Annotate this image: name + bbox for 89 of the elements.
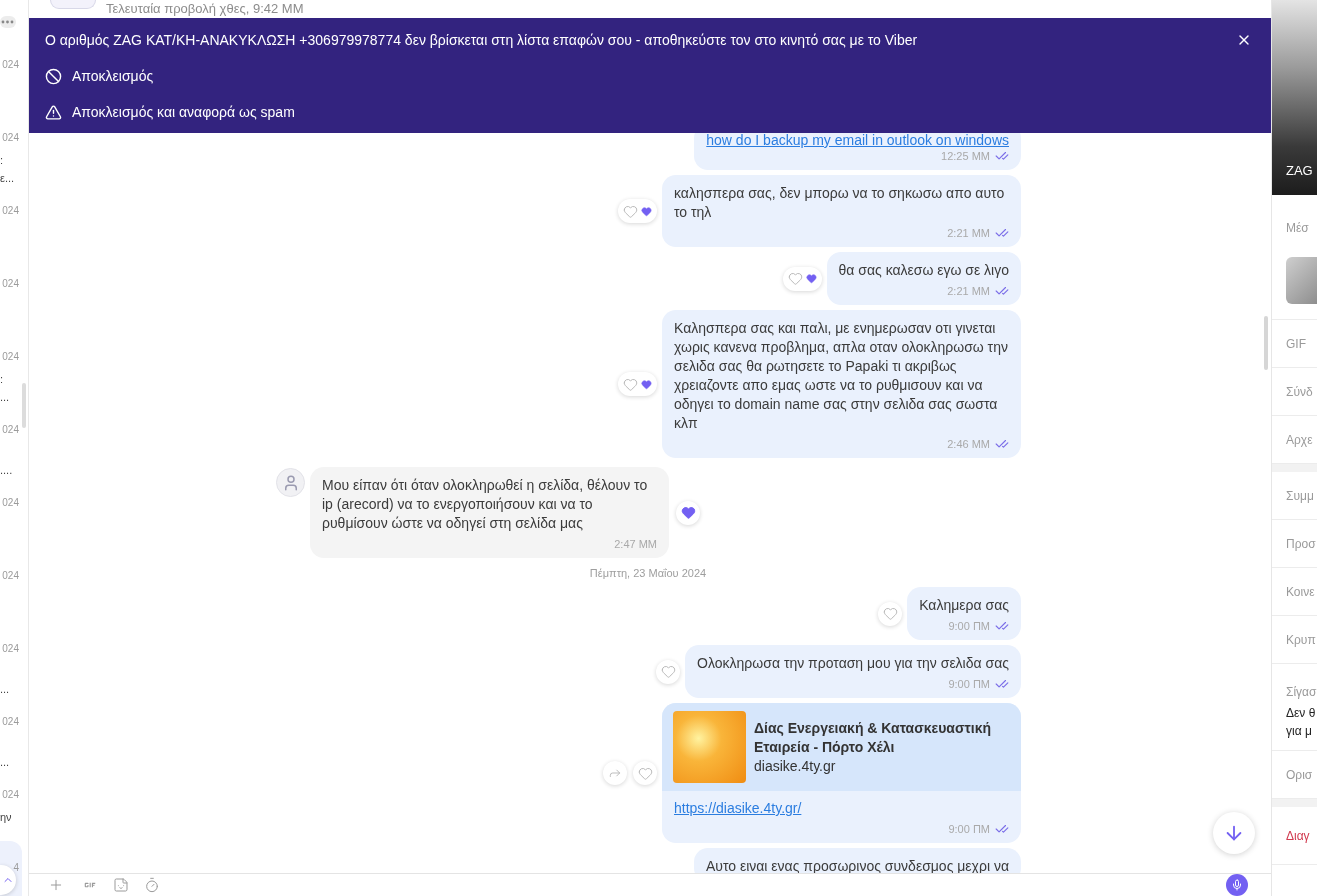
menu-item[interactable]: Κοινε xyxy=(1286,582,1315,601)
chat-date: 024 xyxy=(2,716,19,728)
avatar-icon xyxy=(50,0,96,9)
forward-button[interactable] xyxy=(603,761,627,785)
avatar-icon xyxy=(276,468,305,497)
message-text: θα σας καλεσω εγω σε λιγο xyxy=(838,261,1009,280)
chat-date: 024 xyxy=(2,132,19,144)
menu-item[interactable]: Διαγ xyxy=(1286,826,1310,845)
banner-message: Ο αριθμός ZAG ΚΑΤ/ΚΗ-ΑΝΑΚΥΚΛΩΣΗ +306979978774 δεν βρίσκεται στη λίστα επαφών σου - αποθηκεύστε τον στο κινητό σας με το Viber xyxy=(45,31,918,49)
message-link[interactable]: https://diasike.4ty.gr/ xyxy=(674,799,802,818)
menu-item[interactable]: Αρχε xyxy=(1286,430,1313,449)
chat-list-item[interactable]: 4 xyxy=(0,841,22,896)
like-button[interactable] xyxy=(676,500,700,525)
chat-preview: ην xyxy=(0,810,12,825)
message-text: Καλησπερα σας και παλι, με ενημερωσαν οτι γινεται χωρις κανενα προβλημα, απλα οταν ολοκληρωσω την σελιδα σας θα ρωτησετε το Papaki τι ακριβως χρειαζοντε απο εμας ωστε να το ρυθμισουν και να οδηγει το domain name σας στην σελιδα σας σωστα κλπ xyxy=(674,319,1009,433)
chat-preview: .... xyxy=(0,463,13,478)
menu-item[interactable]: Σύνδ xyxy=(1286,382,1313,401)
contact-name: ZAG xyxy=(1286,163,1314,179)
chat-list-item[interactable]: 024 .... xyxy=(0,403,28,476)
scroll-down-button[interactable] xyxy=(1213,812,1255,854)
menu-item[interactable]: Προσ xyxy=(1286,534,1316,553)
chat-preview: ... xyxy=(0,755,10,770)
message-time: 2:47 ΜΜ xyxy=(614,537,657,552)
like-button[interactable] xyxy=(618,199,657,223)
chat-list-item[interactable]: 024 xyxy=(0,184,28,257)
chat-date: 024 xyxy=(2,643,19,655)
chat-list-item[interactable]: 024 xyxy=(0,257,28,330)
scrollbar xyxy=(1264,316,1268,370)
message-time: 2:46 ΜΜ xyxy=(947,437,990,452)
message-text: Αυτο ειναι ενας προσωρινος συνδεσμος μεχρι να xyxy=(705,857,1009,873)
chat-date: 024 xyxy=(2,424,19,436)
chat-list-item[interactable]: 024 xyxy=(0,38,28,111)
message-text: Ολοκληρωσα την προταση μου για την σελιδα σας xyxy=(697,654,1009,673)
date-separator: Πέμπτη, 23 Μαΐου 2024 xyxy=(589,565,707,580)
chat-date: 024 xyxy=(2,205,19,217)
message-text: Μου είπαν ότι όταν ολοκληρωθεί η σελίδα, θέλουν το ip (arecord) να το ενεργοποιήσουν και να το ρυθμίσουν ώστε να οδηγεί στη σελίδα μας xyxy=(322,476,649,533)
link-preview-card[interactable]: Δίας Ενεργειακή & Κατασκευαστική Εταιρεία - Πόρτο Χέλι diasike.4ty.gr xyxy=(662,703,1021,791)
chat-date: 024 xyxy=(2,789,19,801)
message-time: 12:25 ΜΜ xyxy=(941,149,990,164)
scrollbar xyxy=(22,383,26,428)
setting-value: Δεν θ για μ xyxy=(1286,705,1316,740)
chat-list-item[interactable]: 024 xyxy=(0,549,28,622)
like-button[interactable] xyxy=(782,266,822,291)
chat-date: 024 xyxy=(2,278,19,290)
warning-icon xyxy=(45,103,62,121)
photo-placeholder xyxy=(1286,257,1317,304)
message-text: Καλημερα σας xyxy=(919,596,1009,615)
chat-list-item[interactable]: 024 : ... xyxy=(0,330,28,403)
chat-date: 024 xyxy=(2,59,19,71)
chat-date: 4 xyxy=(13,862,19,874)
voice-message-button[interactable] xyxy=(1226,874,1248,896)
forward-icon xyxy=(608,766,622,780)
message-time: 9:00 ΠΜ xyxy=(948,619,990,634)
timer-icon[interactable] xyxy=(144,877,160,893)
message-time: 9:00 ΠΜ xyxy=(948,822,990,837)
chat-list-item[interactable]: 024 xyxy=(0,476,28,549)
menu-item[interactable]: Συμμ xyxy=(1286,486,1314,505)
menu-item[interactable]: GIF xyxy=(1286,334,1306,353)
dots-icon xyxy=(0,16,16,28)
message-text: καλησπερα σας, δεν μπορω να το σηκωσω απο αυτο το τηλ xyxy=(674,184,1006,222)
menu-item[interactable]: Κρυπ xyxy=(1286,630,1316,649)
chat-preview: : xyxy=(0,153,4,168)
chat-list-item[interactable]: 024 ... xyxy=(0,695,28,768)
chat-date: 024 xyxy=(2,351,19,363)
link-domain: diasike.4ty.gr xyxy=(754,756,837,776)
chat-preview: ... xyxy=(0,390,10,405)
menu-item[interactable]: Μέσ xyxy=(1286,219,1309,237)
block-icon xyxy=(45,67,62,85)
message-link[interactable]: how do I backup my email in outlook on windows xyxy=(706,133,1009,148)
last-seen-status: Τελευταία προβολή χθες, 9:42 ΜΜ xyxy=(106,1,304,16)
chat-list-item[interactable]: 024 ην xyxy=(0,768,28,841)
chat-preview: ... xyxy=(0,682,10,697)
message-time: 9:00 ΠΜ xyxy=(948,677,990,692)
message-time: 2:21 ΜΜ xyxy=(947,284,990,299)
chat-list-item[interactable]: 024 : ε... xyxy=(0,111,28,184)
message-time: 2:21 ΜΜ xyxy=(947,226,990,241)
report-spam-button[interactable]: Αποκλεισμός και αναφορά ως spam xyxy=(45,103,295,121)
menu-item[interactable]: Σίγασ xyxy=(1286,683,1317,701)
block-button[interactable]: Αποκλεισμός xyxy=(45,67,154,85)
like-button[interactable] xyxy=(618,372,657,396)
microphone-icon xyxy=(1231,879,1243,891)
chat-list-item[interactable]: 024 ... xyxy=(0,622,28,695)
chat-date: 024 xyxy=(2,497,19,509)
plus-icon[interactable] xyxy=(48,877,64,893)
menu-item[interactable]: Ορισ xyxy=(1286,765,1313,784)
chat-preview: ε... xyxy=(0,171,15,186)
sticker-icon[interactable] xyxy=(113,877,129,893)
chat-preview: : xyxy=(0,372,4,387)
chat-date: 024 xyxy=(2,570,19,582)
